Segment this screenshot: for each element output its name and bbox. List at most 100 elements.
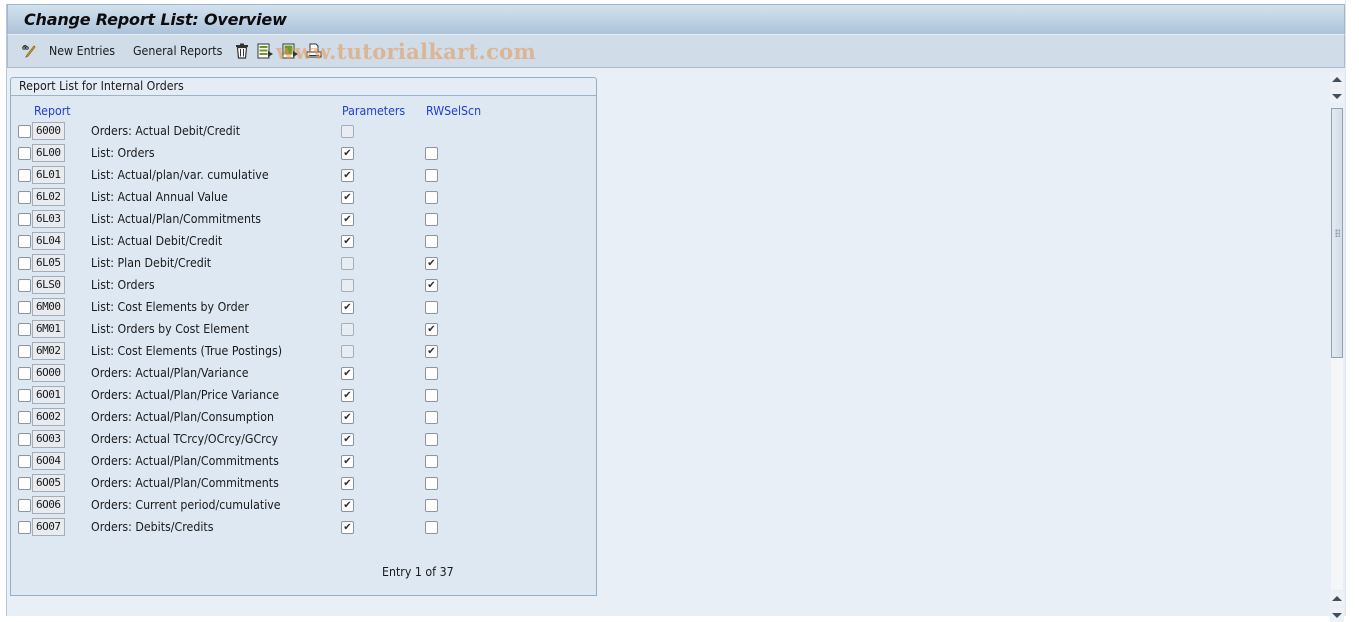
report-code-field[interactable]: 6O02	[32, 408, 65, 426]
parameters-checkbox[interactable]: ✔	[341, 367, 354, 380]
parameters-checkbox[interactable]: ✔	[341, 455, 354, 468]
row-select-checkbox[interactable]	[18, 301, 31, 314]
scroll-page-up-button[interactable]	[1330, 591, 1344, 605]
row-select-checkbox[interactable]	[18, 257, 31, 270]
rwselscn-checkbox[interactable]: ✔	[425, 345, 438, 358]
rwselscn-checkbox[interactable]	[425, 367, 438, 380]
rwselscn-checkbox[interactable]	[425, 477, 438, 490]
new-entries-button[interactable]: New Entries	[49, 42, 121, 60]
parameters-checkbox[interactable]: ✔	[341, 301, 354, 314]
parameters-checkbox[interactable]	[341, 345, 354, 358]
rwselscn-checkbox[interactable]	[425, 455, 438, 468]
row-select-checkbox[interactable]	[18, 345, 31, 358]
row-select-checkbox[interactable]	[18, 367, 31, 380]
report-code-field[interactable]: 6O03	[32, 430, 65, 448]
parameters-checkbox[interactable]: ✔	[341, 213, 354, 226]
parameters-checkbox[interactable]	[341, 323, 354, 336]
report-code-field[interactable]: 6L02	[32, 188, 65, 206]
row-select-checkbox[interactable]	[18, 455, 31, 468]
row-select-checkbox[interactable]	[18, 411, 31, 424]
parameters-checkbox[interactable]	[341, 257, 354, 270]
report-code-field[interactable]: 6M01	[32, 320, 65, 338]
column-header-parameters[interactable]: Parameters	[342, 104, 405, 118]
parameters-checkbox[interactable]: ✔	[341, 191, 354, 204]
rwselscn-checkbox[interactable]: ✔	[425, 257, 438, 270]
report-code-field[interactable]: 6M02	[32, 342, 65, 360]
report-code-field[interactable]: 6LS0	[32, 276, 65, 294]
report-code-field[interactable]: 6L04	[32, 232, 65, 250]
row-select-checkbox[interactable]	[18, 147, 31, 160]
parameters-checkbox[interactable]: ✔	[341, 477, 354, 490]
report-code-field[interactable]: 6L03	[32, 210, 65, 228]
table-row[interactable]: 6O03 Orders: Actual TCrcy/OCrcy/GCrcy ✔	[11, 429, 596, 451]
rwselscn-checkbox[interactable]: ✔	[425, 323, 438, 336]
table-row[interactable]: 6M02 List: Cost Elements (True Postings) ✔	[11, 341, 596, 363]
row-select-checkbox[interactable]	[18, 389, 31, 402]
general-reports-button[interactable]: General Reports	[133, 42, 230, 60]
row-select-checkbox[interactable]	[18, 521, 31, 534]
parameters-checkbox[interactable]: ✔	[341, 499, 354, 512]
print-button[interactable]	[305, 42, 323, 60]
table-row[interactable]: 6000 Orders: Actual Debit/Credit	[11, 121, 596, 143]
column-header-report[interactable]: Report	[34, 104, 71, 118]
row-select-checkbox[interactable]	[18, 125, 31, 138]
table-row[interactable]: 6L02 List: Actual Annual Value ✔	[11, 187, 596, 209]
vertical-scrollbar[interactable]	[1329, 70, 1346, 622]
rwselscn-checkbox[interactable]: ✔	[425, 279, 438, 292]
row-select-checkbox[interactable]	[18, 279, 31, 292]
parameters-checkbox[interactable]: ✔	[341, 235, 354, 248]
row-select-checkbox[interactable]	[18, 191, 31, 204]
column-header-rwselscn[interactable]: RWSelScn	[426, 104, 481, 118]
rwselscn-checkbox[interactable]	[425, 235, 438, 248]
rwselscn-checkbox[interactable]	[425, 521, 438, 534]
change-display-button[interactable]	[20, 42, 38, 60]
table-row[interactable]: 6O00 Orders: Actual/Plan/Variance ✔	[11, 363, 596, 385]
scrollbar-thumb[interactable]	[1331, 108, 1343, 358]
table-row[interactable]: 6L03 List: Actual/Plan/Commitments ✔	[11, 209, 596, 231]
row-select-checkbox[interactable]	[18, 235, 31, 248]
report-code-field[interactable]: 6000	[32, 122, 65, 140]
table-row[interactable]: 6LS0 List: Orders ✔	[11, 275, 596, 297]
parameters-checkbox[interactable]: ✔	[341, 411, 354, 424]
table-row[interactable]: 6O02 Orders: Actual/Plan/Consumption ✔	[11, 407, 596, 429]
parameters-checkbox[interactable]: ✔	[341, 389, 354, 402]
row-select-checkbox[interactable]	[18, 433, 31, 446]
table-row[interactable]: 6M00 List: Cost Elements by Order ✔	[11, 297, 596, 319]
parameters-checkbox[interactable]: ✔	[341, 169, 354, 182]
report-code-field[interactable]: 6M00	[32, 298, 65, 316]
table-row[interactable]: 6L05 List: Plan Debit/Credit ✔	[11, 253, 596, 275]
table-row[interactable]: 6O06 Orders: Current period/cumulative ✔	[11, 495, 596, 517]
parameters-checkbox[interactable]	[341, 279, 354, 292]
rwselscn-checkbox[interactable]	[425, 389, 438, 402]
report-code-field[interactable]: 6L01	[32, 166, 65, 184]
rwselscn-checkbox[interactable]	[425, 147, 438, 160]
table-row[interactable]: 6O05 Orders: Actual/Plan/Commitments ✔	[11, 473, 596, 495]
rwselscn-checkbox[interactable]	[425, 433, 438, 446]
table-row[interactable]: 6L04 List: Actual Debit/Credit ✔	[11, 231, 596, 253]
row-select-checkbox[interactable]	[18, 499, 31, 512]
row-select-checkbox[interactable]	[18, 477, 31, 490]
rwselscn-checkbox[interactable]	[425, 411, 438, 424]
scroll-page-down-button[interactable]	[1330, 89, 1344, 103]
rwselscn-checkbox[interactable]	[425, 169, 438, 182]
report-code-field[interactable]: 6L05	[32, 254, 65, 272]
report-code-field[interactable]: 6O05	[32, 474, 65, 492]
rwselscn-checkbox[interactable]	[425, 301, 438, 314]
rwselscn-checkbox[interactable]	[425, 213, 438, 226]
table-row[interactable]: 6O04 Orders: Actual/Plan/Commitments ✔	[11, 451, 596, 473]
row-select-checkbox[interactable]	[18, 169, 31, 182]
report-code-field[interactable]: 6O06	[32, 496, 65, 514]
scrollbar-track[interactable]	[1331, 358, 1343, 590]
report-code-field[interactable]: 6O00	[32, 364, 65, 382]
delete-button[interactable]	[233, 42, 251, 60]
scroll-up-button[interactable]	[1330, 72, 1344, 86]
report-code-field[interactable]: 6L00	[32, 144, 65, 162]
table-row[interactable]: 6O07 Orders: Debits/Credits ✔	[11, 517, 596, 539]
rwselscn-checkbox[interactable]	[425, 499, 438, 512]
table-row[interactable]: 6O01 Orders: Actual/Plan/Price Variance ✔	[11, 385, 596, 407]
table-row[interactable]: 6L01 List: Actual/plan/var. cumulative ✔	[11, 165, 596, 187]
row-select-checkbox[interactable]	[18, 323, 31, 336]
row-select-checkbox[interactable]	[18, 213, 31, 226]
table-row[interactable]: 6L00 List: Orders ✔	[11, 143, 596, 165]
parameters-checkbox[interactable]: ✔	[341, 433, 354, 446]
